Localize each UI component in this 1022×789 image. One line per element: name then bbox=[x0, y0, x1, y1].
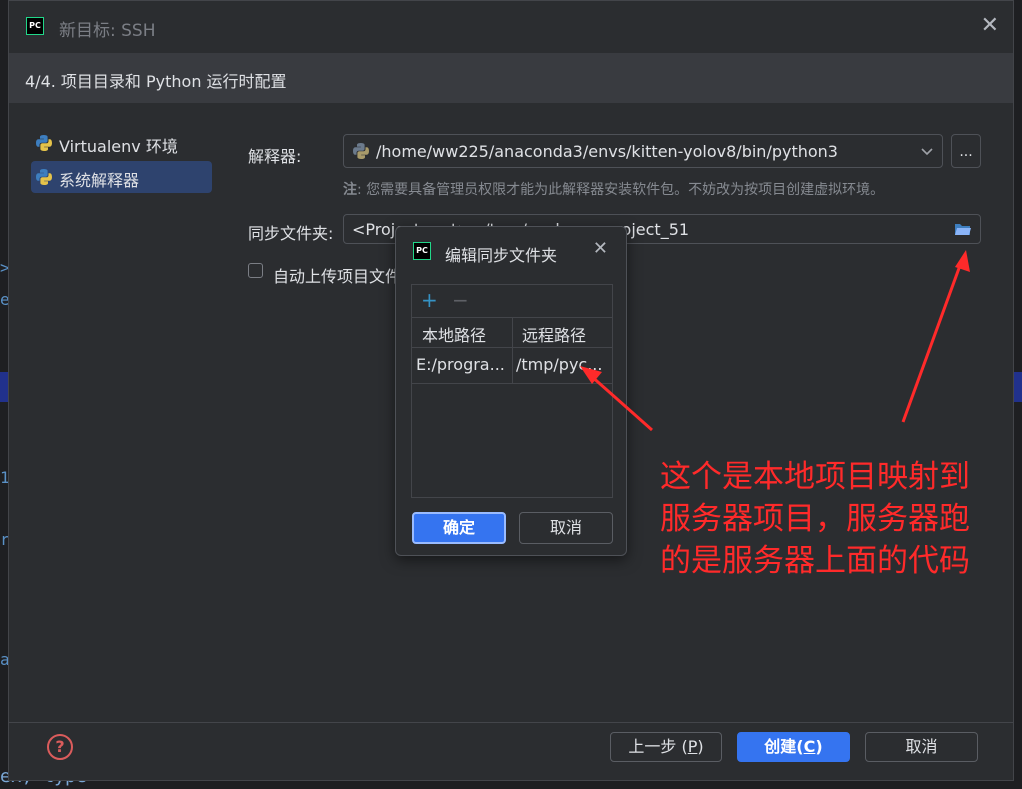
arrow-to-folder-icon bbox=[901, 259, 964, 423]
annotation-arrows bbox=[580, 250, 970, 432]
annotation-line: 的是服务器上面的代码 bbox=[660, 543, 970, 579]
annotation-line: 这个是本地项目映射到 bbox=[660, 459, 970, 495]
annotation-text: 这个是本地项目映射到 服务器项目，服务器跑 的是服务器上面的代码 bbox=[660, 456, 1000, 582]
annotation-line: 服务器项目，服务器跑 bbox=[660, 501, 970, 537]
arrow-to-remote-path bbox=[589, 373, 653, 432]
